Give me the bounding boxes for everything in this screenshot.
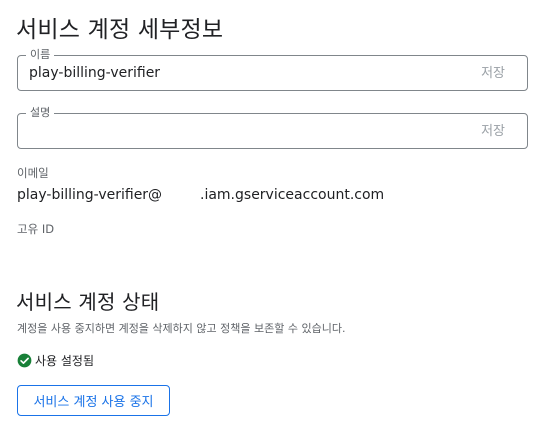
status-badge: 사용 설정됨 <box>17 352 94 369</box>
description-field[interactable]: 설명 저장 <box>17 106 528 149</box>
unique-id-label: 고유 ID <box>17 222 55 236</box>
description-field-label: 설명 <box>26 106 55 120</box>
email-account-part: play-billing-verifier@ <box>17 187 163 203</box>
page-title: 서비스 계정 세부정보 <box>16 17 224 43</box>
email-label: 이메일 <box>17 166 49 180</box>
status-section-title: 서비스 계정 상태 <box>16 290 160 314</box>
service-account-details-page: 서비스 계정 세부정보 이름 play-billing-verifier 저장 … <box>0 0 542 423</box>
name-field-value[interactable]: play-billing-verifier <box>29 65 160 82</box>
name-field[interactable]: 이름 play-billing-verifier 저장 <box>17 48 528 91</box>
name-save-button[interactable]: 저장 <box>481 65 505 82</box>
disable-service-account-button[interactable]: 서비스 계정 사용 중지 <box>17 385 170 416</box>
name-field-label: 이름 <box>26 48 55 62</box>
status-description: 계정을 사용 중지하면 계정을 삭제하지 않고 정책을 보존할 수 있습니다. <box>17 322 346 335</box>
description-save-button[interactable]: 저장 <box>481 123 505 140</box>
status-text: 사용 설정됨 <box>35 354 95 368</box>
email-domain-part: .iam.gserviceaccount.com <box>200 187 385 203</box>
check-circle-icon <box>17 353 32 368</box>
